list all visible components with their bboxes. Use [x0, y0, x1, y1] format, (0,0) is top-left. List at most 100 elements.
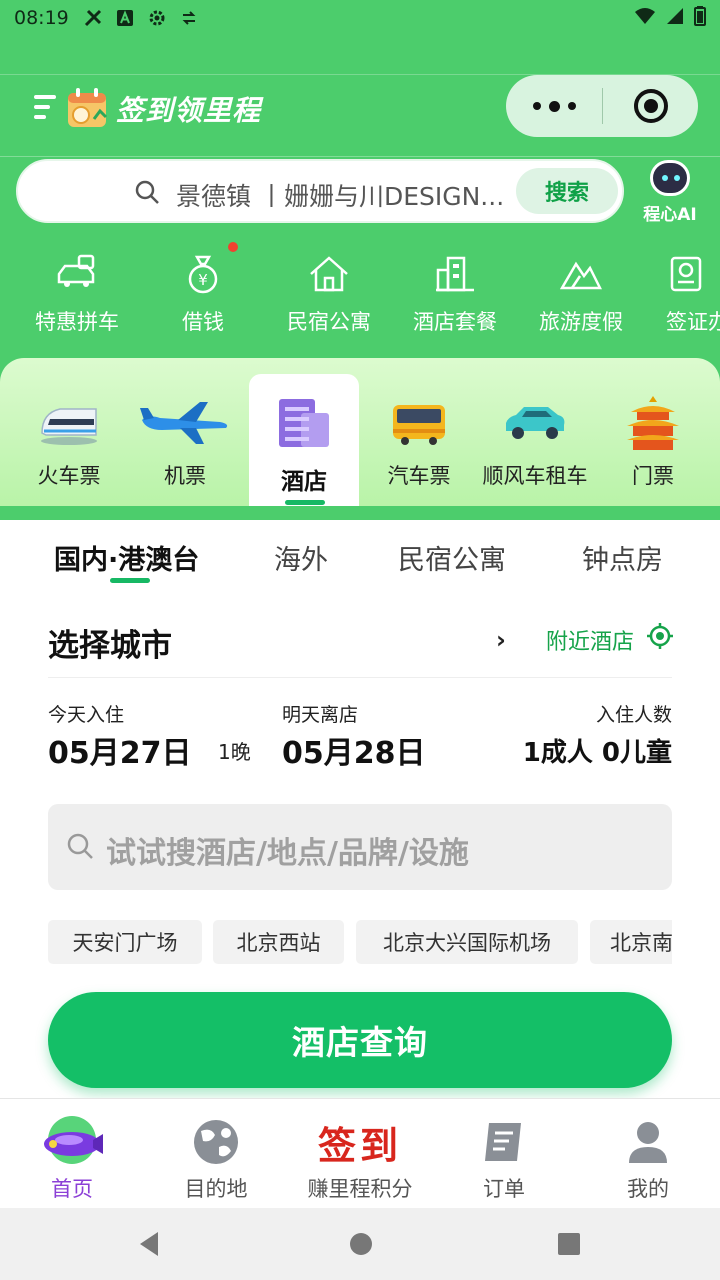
hotel-icon [249, 394, 359, 452]
location-chip[interactable]: 天安门广场 [48, 920, 202, 964]
hotel-building-icon [433, 252, 477, 296]
active-sub-tab-underline [110, 578, 150, 583]
ai-label: 程心AI [643, 205, 697, 225]
tools-icon [83, 8, 103, 28]
checkout-date[interactable]: 05月28日 [282, 728, 426, 772]
nav-orders[interactable]: 订单 [432, 1099, 576, 1209]
profile-icon [576, 1113, 720, 1171]
service-loan[interactable]: ¥ 借钱 [140, 252, 266, 336]
guests-label: 入住人数 [595, 704, 672, 726]
category-ride-rental[interactable]: 顺风车租车 [476, 358, 594, 506]
back-icon[interactable] [136, 1230, 162, 1262]
service-hotel-package[interactable]: 酒店套餐 [392, 252, 518, 336]
nav-label: 订单 [483, 1177, 525, 1201]
service-carpool[interactable]: 特惠拼车 [14, 252, 140, 336]
order-icon [432, 1113, 576, 1171]
location-chip[interactable]: 北京西站 [213, 920, 344, 964]
search-icon [66, 832, 94, 864]
search-button[interactable]: 搜索 [516, 168, 618, 214]
quick-services-row: 特惠拼车 ¥ 借钱 民宿公寓 酒店套餐 旅游度假 签证办 [0, 242, 720, 342]
calendar-logo-icon [66, 87, 110, 129]
category-train[interactable]: 火车票 [10, 358, 128, 506]
service-label: 旅游度假 [539, 310, 623, 334]
menu-icon[interactable] [34, 95, 58, 123]
bus-icon [360, 394, 478, 452]
nav-label: 目的地 [184, 1177, 248, 1201]
svg-text:¥: ¥ [198, 271, 208, 289]
global-search-bar[interactable]: 景德镇 丨姗姗与川DESIGN... 搜索 [16, 159, 624, 223]
service-vacation[interactable]: 旅游度假 [518, 252, 644, 336]
category-flight[interactable]: 机票 [126, 358, 244, 506]
nav-home[interactable]: 首页 [0, 1099, 144, 1209]
service-homestay[interactable]: 民宿公寓 [266, 252, 392, 336]
mini-app-capsule [506, 75, 698, 137]
location-chip[interactable]: 北京大兴国际机场 [356, 920, 578, 964]
hot-location-chips: 天安门广场 北京西站 北京大兴国际机场 北京南 [48, 920, 672, 966]
category-bus[interactable]: 汽车票 [360, 358, 478, 506]
sign-in-art-text: 签到 [317, 1122, 402, 1168]
category-label: 火车票 [37, 464, 101, 488]
car-icon [476, 394, 594, 452]
nav-sign-in[interactable]: 签到 赚里程积分 [288, 1099, 432, 1209]
signal-icon [666, 7, 684, 30]
category-label: 汽车票 [387, 464, 451, 488]
house-icon [307, 252, 351, 296]
nav-destination[interactable]: 目的地 [144, 1099, 288, 1209]
battery-icon [694, 5, 706, 31]
globe-icon [144, 1113, 288, 1171]
recents-icon[interactable] [556, 1230, 582, 1262]
tab-domestic[interactable]: 国内·港澳台 [54, 538, 199, 577]
checkin-label: 今天入住 [48, 704, 125, 726]
sign-in-icon: 签到 [288, 1113, 432, 1171]
service-label: 签证办 [666, 310, 720, 334]
ai-assistant-entry[interactable]: 程心AI [634, 160, 706, 225]
tab-hourly-room[interactable]: 钟点房 [582, 538, 663, 577]
checkin-date[interactable]: 05月27日 [48, 728, 192, 772]
close-mini-app-button[interactable] [603, 89, 698, 123]
mountain-icon [559, 252, 603, 296]
active-category-underline [285, 500, 325, 505]
nights-count: 1晚 [218, 740, 251, 764]
tab-homestay[interactable]: 民宿公寓 [398, 538, 506, 577]
service-label: 特惠拼车 [35, 310, 119, 334]
bottom-navigation: 首页 目的地 签到 赚里程积分 订单 我的 [0, 1098, 720, 1208]
status-bar: 08:19 [0, 0, 720, 36]
wifi-icon [634, 7, 656, 30]
category-label: 门票 [632, 464, 674, 488]
target-close-icon [633, 89, 668, 123]
hotel-sub-tabs: 国内·港澳台 海外 民宿公寓 钟点房 [0, 530, 720, 590]
service-label: 民宿公寓 [287, 310, 371, 334]
category-label: 机票 [164, 464, 206, 488]
hotel-search-placeholder: 试试搜酒店/地点/品牌/设施 [106, 836, 469, 871]
hotel-query-button[interactable]: 酒店查询 [48, 992, 672, 1088]
nav-label: 我的 [627, 1177, 669, 1201]
app-a-icon [115, 8, 135, 28]
status-time: 08:19 [14, 7, 69, 29]
category-tickets[interactable]: 门票 [594, 358, 712, 506]
stay-dates-row[interactable]: 今天入住 05月27日 1晚 明天离店 05月28日 入住人数 1成人 0儿童 [48, 698, 672, 778]
nav-profile[interactable]: 我的 [576, 1099, 720, 1209]
nearby-hotels-link[interactable]: 附近酒店 [546, 624, 634, 656]
travel-category-tabs: 火车票 机票 酒店 汽车票 顺风车租车 门票 [0, 358, 720, 506]
hotel-keyword-search[interactable]: 试试搜酒店/地点/品牌/设施 [48, 804, 672, 890]
category-label: 顺风车租车 [482, 464, 588, 488]
temple-icon [594, 394, 712, 452]
titlebar-divider [0, 156, 720, 157]
category-hotel[interactable]: 酒店 [249, 374, 359, 506]
city-selector-row: 选择城市 › 附近酒店 [48, 606, 674, 678]
passport-icon [664, 252, 708, 296]
city-selector[interactable]: 选择城市 [48, 620, 172, 665]
home-icon[interactable] [348, 1230, 374, 1262]
mini-app-titlebar: 签到领里程 [0, 74, 720, 158]
chevron-right-icon[interactable]: › [496, 626, 506, 654]
search-icon [134, 179, 160, 209]
airplane-icon [126, 394, 244, 452]
ai-robot-icon [650, 160, 690, 196]
locate-icon[interactable] [646, 622, 674, 654]
location-chip[interactable]: 北京南 [590, 920, 672, 964]
more-options-button[interactable] [506, 100, 602, 112]
tab-overseas[interactable]: 海外 [274, 538, 328, 577]
service-visa[interactable]: 签证办 [644, 252, 720, 336]
notification-dot [228, 242, 238, 252]
guests-count[interactable]: 1成人 0儿童 [523, 732, 672, 769]
